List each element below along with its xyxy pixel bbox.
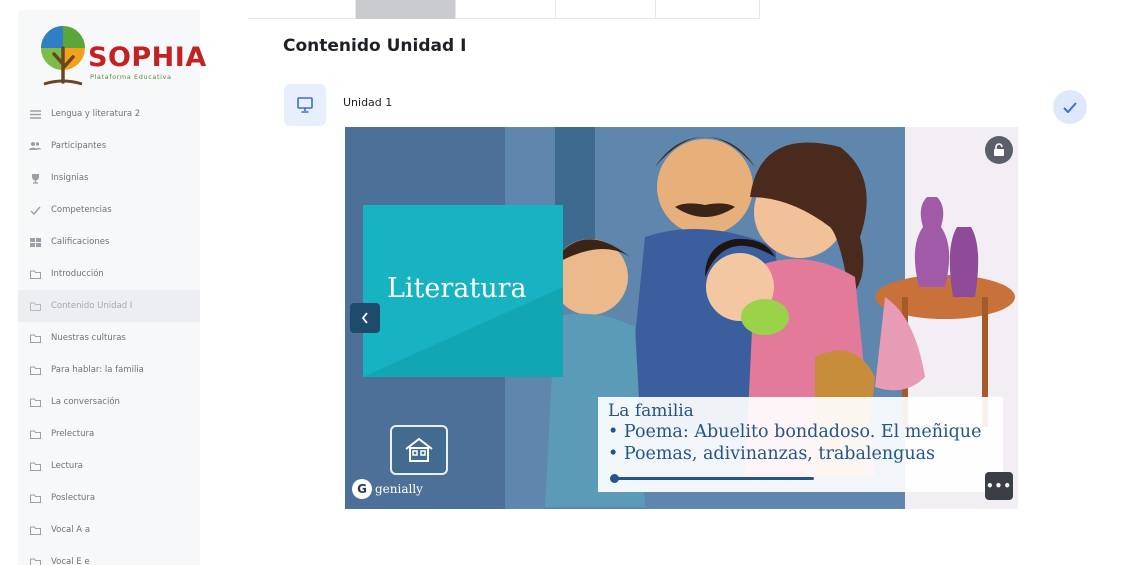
slide-progress-bar xyxy=(610,474,814,483)
sidebar-item-label: Lectura xyxy=(51,461,83,471)
sidebar-item-la-conversacion[interactable]: La conversación xyxy=(18,386,200,418)
sidebar-item-competencias[interactable]: Competencias xyxy=(18,194,200,226)
folder-icon xyxy=(28,331,42,345)
sidebar-item-label: Participantes xyxy=(51,141,107,151)
sidebar-item-para-hablar[interactable]: Para hablar: la familia xyxy=(18,354,200,386)
tab-1[interactable] xyxy=(248,0,356,19)
more-label: ••• xyxy=(985,479,1012,493)
folder-icon xyxy=(28,491,42,505)
folder-icon xyxy=(28,555,42,565)
sidebar-item-poslectura[interactable]: Poslectura xyxy=(18,482,200,514)
sidebar-item-label: Prelectura xyxy=(51,429,95,439)
sidebar-item-label: Introducción xyxy=(51,269,104,279)
more-options-button[interactable]: ••• xyxy=(985,472,1013,500)
top-tab-strip xyxy=(248,0,760,19)
slide-bullet-2: • Poemas, adivinanzas, trabalenguas xyxy=(608,444,936,464)
tab-3[interactable] xyxy=(456,0,556,19)
sidebar-item-contenido-unidad-1[interactable]: Contenido Unidad I xyxy=(18,290,200,322)
folder-icon xyxy=(28,427,42,441)
sidebar-item-label: Calificaciones xyxy=(51,237,110,247)
sidebar-item-label: Insignias xyxy=(51,173,89,183)
tree-logo-icon xyxy=(41,26,85,86)
sidebar-item-vocal-a[interactable]: Vocal A a xyxy=(18,514,200,546)
slide-text-box: La familia • Poema: Abuelito bondadoso. … xyxy=(598,397,1003,492)
folder-icon xyxy=(28,299,42,313)
card-title: Literatura xyxy=(387,273,527,304)
sidebar-item-label: Competencias xyxy=(51,205,112,215)
sidebar-item-insignias[interactable]: Insignias xyxy=(18,162,200,194)
lock-button[interactable] xyxy=(985,136,1013,164)
users-icon xyxy=(28,139,42,153)
sidebar-item-label: Vocal A a xyxy=(51,525,91,535)
sophia-logo[interactable]: SOPHIA Plataforma Educativa xyxy=(28,20,206,92)
folder-icon xyxy=(28,395,42,409)
sidebar-item-label: Poslectura xyxy=(51,493,96,503)
menu-icon xyxy=(28,107,42,121)
folder-icon xyxy=(28,267,42,281)
folder-icon xyxy=(28,459,42,473)
sidebar: SOPHIA Plataforma Educativa Lengua y lit… xyxy=(18,10,206,565)
genially-logo-icon: G xyxy=(352,479,372,499)
literatura-card: Literatura xyxy=(363,205,563,377)
sidebar-item-prelectura[interactable]: Prelectura xyxy=(18,418,200,450)
folder-icon xyxy=(28,523,42,537)
brand-subtitle: Plataforma Educativa xyxy=(90,73,172,81)
sidebar-item-label: La conversación xyxy=(51,397,120,407)
tab-4[interactable] xyxy=(556,0,656,19)
chevron-left-icon xyxy=(361,312,368,324)
home-icon xyxy=(405,437,433,462)
presentation-icon xyxy=(284,84,326,126)
sidebar-item-label: Lengua y literatura 2 xyxy=(51,109,141,119)
sidebar-item-label: Nuestras culturas xyxy=(51,333,126,343)
page-title: Contenido Unidad I xyxy=(283,36,467,56)
sidebar-item-calificaciones[interactable]: Calificaciones xyxy=(18,226,200,258)
check-icon xyxy=(28,203,42,217)
sidebar-item-lengua[interactable]: Lengua y literatura 2 xyxy=(18,98,200,130)
home-button[interactable] xyxy=(390,425,448,475)
sidebar-nav: Lengua y literatura 2 Participantes Insi… xyxy=(18,98,200,565)
sidebar-item-label: Contenido Unidad I xyxy=(51,301,133,311)
activity-name[interactable]: Unidad 1 xyxy=(343,96,392,109)
grid-icon xyxy=(28,235,42,249)
tab-2[interactable] xyxy=(356,0,456,19)
genially-label: genially xyxy=(375,482,423,496)
brand-name: SOPHIA xyxy=(88,42,207,73)
trophy-icon xyxy=(28,171,42,185)
folder-icon xyxy=(28,363,42,377)
tab-5[interactable] xyxy=(656,0,760,19)
previous-slide-button[interactable] xyxy=(350,303,380,333)
slide-heading: La familia xyxy=(608,401,694,421)
sidebar-item-vocal-e[interactable]: Vocal E e xyxy=(18,546,200,565)
genially-presentation[interactable]: Literatura La familia • Poema: Abuelito … xyxy=(345,127,1018,509)
sidebar-item-label: Para hablar: la familia xyxy=(51,365,144,375)
sidebar-item-lectura[interactable]: Lectura xyxy=(18,450,200,482)
sidebar-item-participantes[interactable]: Participantes xyxy=(18,130,200,162)
genially-badge[interactable]: G genially xyxy=(352,479,423,499)
sidebar-item-nuestras-culturas[interactable]: Nuestras culturas xyxy=(18,322,200,354)
lock-icon xyxy=(994,143,1004,156)
completion-check-button[interactable] xyxy=(1053,90,1087,124)
page: SOPHIA Plataforma Educativa Lengua y lit… xyxy=(0,0,1145,565)
slide-bullet-1: • Poema: Abuelito bondadoso. El meñique xyxy=(608,422,982,442)
sidebar-item-label: Vocal E e xyxy=(51,557,90,565)
checkmark-icon xyxy=(1063,101,1077,113)
sidebar-item-introduccion[interactable]: Introducción xyxy=(18,258,200,290)
